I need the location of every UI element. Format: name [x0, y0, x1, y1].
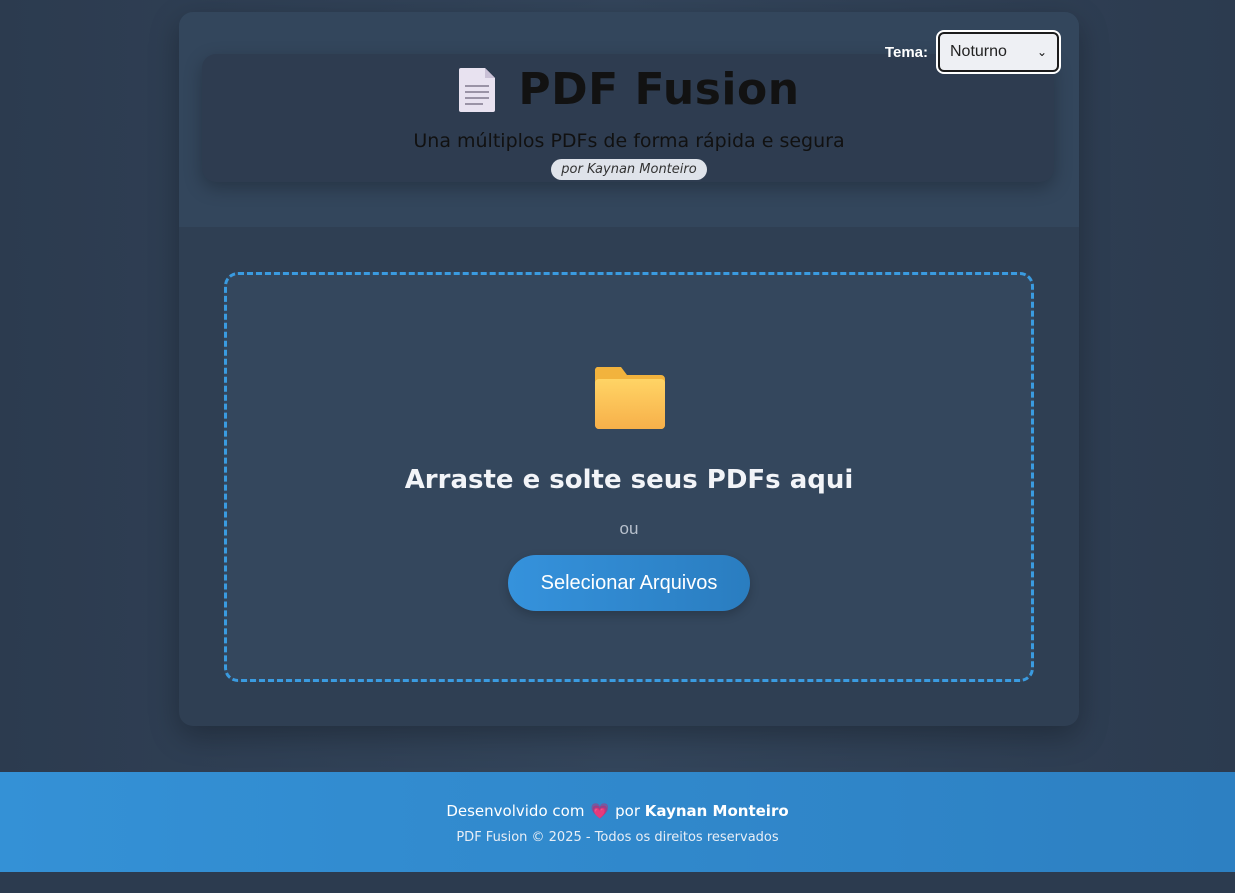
- document-icon: [459, 67, 496, 112]
- bottom-band: [0, 872, 1235, 893]
- theme-label: Tema:: [884, 43, 928, 61]
- select-files-button[interactable]: Selecionar Arquivos: [508, 555, 750, 611]
- footer: Desenvolvido com 💗 por Kaynan Monteiro PDF…: [0, 772, 1235, 872]
- page-subtitle: Una múltiplos PDFs de forma rápida e seg…: [413, 130, 845, 152]
- main-card: Tema: Noturno ⌄ PDF Fusion Una múltiplos…: [179, 12, 1079, 726]
- footer-copyright: PDF Fusion © 2025 - Todos os direitos re…: [456, 830, 779, 845]
- footer-credit: Desenvolvido com 💗 por Kaynan Monteiro: [0, 802, 1235, 820]
- dropzone-title: Arraste e solte seus PDFs aqui: [404, 465, 854, 495]
- footer-author: Kaynan Monteiro: [644, 802, 789, 820]
- chevron-down-icon: ⌄: [1036, 45, 1047, 59]
- byline-wrapper: por Kaynan Monteiro: [179, 159, 1079, 180]
- theme-select-value: Noturno: [950, 43, 1007, 60]
- or-separator: ou: [619, 519, 639, 538]
- folder-icon: [594, 367, 665, 429]
- author-badge: por Kaynan Monteiro: [551, 159, 707, 180]
- pdf-dropzone[interactable]: Arraste e solte seus PDFs aqui ou Seleci…: [224, 272, 1034, 682]
- title-row: PDF Fusion: [179, 64, 1079, 115]
- footer-credit-prefix: Desenvolvido com: [446, 802, 585, 820]
- heart-icon: 💗: [590, 802, 610, 820]
- footer-credit-by: por: [615, 802, 640, 820]
- page-title: PDF Fusion: [518, 64, 800, 115]
